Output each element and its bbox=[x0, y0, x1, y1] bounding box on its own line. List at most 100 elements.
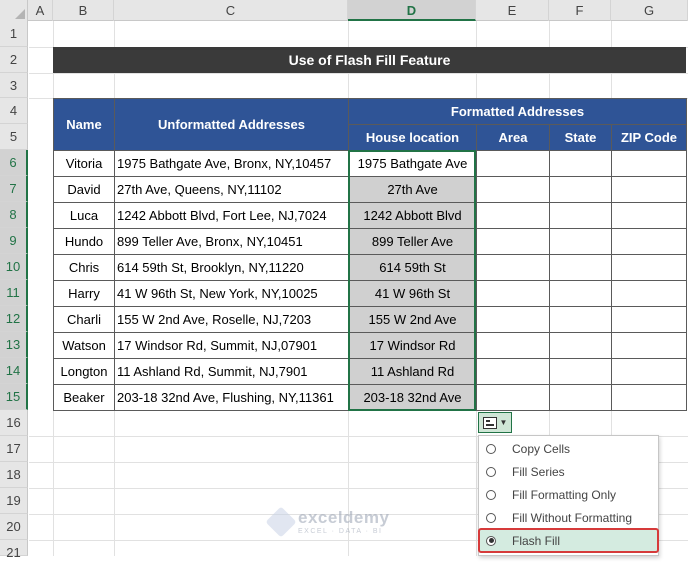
zip-cell[interactable] bbox=[611, 176, 687, 203]
row-header-20[interactable]: 20 bbox=[0, 514, 28, 540]
name-cell[interactable]: Longton bbox=[53, 358, 115, 385]
area-cell[interactable] bbox=[476, 202, 550, 229]
column-header-b[interactable]: B bbox=[53, 0, 114, 21]
house-location-cell[interactable]: 155 W 2nd Ave bbox=[348, 306, 477, 333]
column-header-c[interactable]: C bbox=[114, 0, 348, 21]
area-cell[interactable] bbox=[476, 176, 550, 203]
address-cell[interactable]: 155 W 2nd Ave, Roselle, NJ,7203 bbox=[114, 306, 349, 333]
house-location-cell[interactable]: 11 Ashland Rd bbox=[348, 358, 477, 385]
name-cell[interactable]: Charli bbox=[53, 306, 115, 333]
name-cell[interactable]: Harry bbox=[53, 280, 115, 307]
menu-item-fill-series[interactable]: Fill Series bbox=[479, 460, 658, 483]
menu-item-flash-fill[interactable]: Flash Fill bbox=[478, 528, 659, 553]
state-cell[interactable] bbox=[549, 332, 612, 359]
name-cell[interactable]: Hundo bbox=[53, 228, 115, 255]
name-cell[interactable]: David bbox=[53, 176, 115, 203]
address-cell[interactable]: 41 W 96th St, New York, NY,10025 bbox=[114, 280, 349, 307]
state-cell[interactable] bbox=[549, 202, 612, 229]
address-cell[interactable]: 1242 Abbott Blvd, Fort Lee, NJ,7024 bbox=[114, 202, 349, 229]
state-cell[interactable] bbox=[549, 384, 612, 411]
name-cell[interactable]: Watson bbox=[53, 332, 115, 359]
row-header-6[interactable]: 6 bbox=[0, 150, 28, 176]
house-location-cell[interactable]: 614 59th St bbox=[348, 254, 477, 281]
row-header-2[interactable]: 2 bbox=[0, 47, 28, 73]
row-header-7[interactable]: 7 bbox=[0, 176, 28, 202]
address-cell[interactable]: 614 59th St, Brooklyn, NY,11220 bbox=[114, 254, 349, 281]
menu-item-fill-formatting-only[interactable]: Fill Formatting Only bbox=[479, 483, 658, 506]
area-cell[interactable] bbox=[476, 358, 550, 385]
row-header-4[interactable]: 4 bbox=[0, 98, 28, 124]
column-header-f[interactable]: F bbox=[549, 0, 611, 21]
area-cell[interactable] bbox=[476, 332, 550, 359]
sheet-title[interactable]: Use of Flash Fill Feature bbox=[53, 47, 686, 73]
header-unformatted-addresses[interactable]: Unformatted Addresses bbox=[114, 98, 349, 151]
name-cell[interactable]: Vitoria bbox=[53, 150, 115, 177]
row-header-5[interactable]: 5 bbox=[0, 124, 28, 150]
address-cell[interactable]: 17 Windsor Rd, Summit, NJ,07901 bbox=[114, 332, 349, 359]
header-zip-code[interactable]: ZIP Code bbox=[611, 124, 687, 151]
select-all-corner[interactable] bbox=[0, 0, 28, 21]
zip-cell[interactable] bbox=[611, 306, 687, 333]
address-cell[interactable]: 27th Ave, Queens, NY,11102 bbox=[114, 176, 349, 203]
column-header-a[interactable]: A bbox=[28, 0, 53, 21]
zip-cell[interactable] bbox=[611, 150, 687, 177]
area-cell[interactable] bbox=[476, 384, 550, 411]
row-header-9[interactable]: 9 bbox=[0, 228, 28, 254]
name-cell[interactable]: Beaker bbox=[53, 384, 115, 411]
row-header-21[interactable]: 21 bbox=[0, 540, 28, 560]
area-cell[interactable] bbox=[476, 150, 550, 177]
state-cell[interactable] bbox=[549, 280, 612, 307]
state-cell[interactable] bbox=[549, 176, 612, 203]
row-header-15[interactable]: 15 bbox=[0, 384, 28, 410]
house-location-cell[interactable]: 41 W 96th St bbox=[348, 280, 477, 307]
area-cell[interactable] bbox=[476, 306, 550, 333]
header-formatted-addresses[interactable]: Formatted Addresses bbox=[348, 98, 687, 125]
address-cell[interactable]: 203-18 32nd Ave, Flushing, NY,11361 bbox=[114, 384, 349, 411]
zip-cell[interactable] bbox=[611, 384, 687, 411]
autofill-options-button[interactable]: ▼ bbox=[478, 412, 512, 433]
state-cell[interactable] bbox=[549, 306, 612, 333]
row-header-8[interactable]: 8 bbox=[0, 202, 28, 228]
row-header-18[interactable]: 18 bbox=[0, 462, 28, 488]
row-header-14[interactable]: 14 bbox=[0, 358, 28, 384]
zip-cell[interactable] bbox=[611, 228, 687, 255]
row-header-19[interactable]: 19 bbox=[0, 488, 28, 514]
header-state[interactable]: State bbox=[549, 124, 612, 151]
state-cell[interactable] bbox=[549, 254, 612, 281]
zip-cell[interactable] bbox=[611, 358, 687, 385]
row-header-17[interactable]: 17 bbox=[0, 436, 28, 462]
zip-cell[interactable] bbox=[611, 202, 687, 229]
zip-cell[interactable] bbox=[611, 280, 687, 307]
house-location-cell[interactable]: 1975 Bathgate Ave bbox=[348, 150, 477, 177]
menu-item-fill-without-formatting[interactable]: Fill Without Formatting bbox=[479, 506, 658, 529]
house-location-cell[interactable]: 203-18 32nd Ave bbox=[348, 384, 477, 411]
row-header-3[interactable]: 3 bbox=[0, 73, 28, 98]
area-cell[interactable] bbox=[476, 228, 550, 255]
header-name[interactable]: Name bbox=[53, 98, 115, 151]
row-header-1[interactable]: 1 bbox=[0, 21, 28, 47]
name-cell[interactable]: Luca bbox=[53, 202, 115, 229]
row-header-13[interactable]: 13 bbox=[0, 332, 28, 358]
area-cell[interactable] bbox=[476, 254, 550, 281]
house-location-cell[interactable]: 27th Ave bbox=[348, 176, 477, 203]
state-cell[interactable] bbox=[549, 228, 612, 255]
house-location-cell[interactable]: 1242 Abbott Blvd bbox=[348, 202, 477, 229]
address-cell[interactable]: 11 Ashland Rd, Summit, NJ,7901 bbox=[114, 358, 349, 385]
house-location-cell[interactable]: 899 Teller Ave bbox=[348, 228, 477, 255]
row-header-16[interactable]: 16 bbox=[0, 410, 28, 436]
row-header-12[interactable]: 12 bbox=[0, 306, 28, 332]
name-cell[interactable]: Chris bbox=[53, 254, 115, 281]
header-area[interactable]: Area bbox=[476, 124, 550, 151]
area-cell[interactable] bbox=[476, 280, 550, 307]
address-cell[interactable]: 1975 Bathgate Ave, Bronx, NY,10457 bbox=[114, 150, 349, 177]
column-header-d[interactable]: D bbox=[348, 0, 476, 21]
column-header-e[interactable]: E bbox=[476, 0, 549, 21]
address-cell[interactable]: 899 Teller Ave, Bronx, NY,10451 bbox=[114, 228, 349, 255]
menu-item-copy-cells[interactable]: Copy Cells bbox=[479, 437, 658, 460]
row-header-11[interactable]: 11 bbox=[0, 280, 28, 306]
house-location-cell[interactable]: 17 Windsor Rd bbox=[348, 332, 477, 359]
state-cell[interactable] bbox=[549, 150, 612, 177]
column-header-g[interactable]: G bbox=[611, 0, 688, 21]
state-cell[interactable] bbox=[549, 358, 612, 385]
zip-cell[interactable] bbox=[611, 254, 687, 281]
